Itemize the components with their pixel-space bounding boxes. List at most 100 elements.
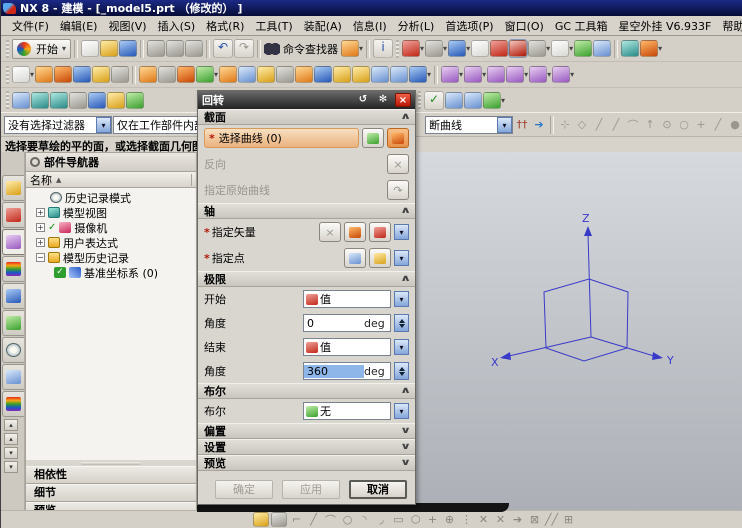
boss-button[interactable]: [92, 66, 111, 83]
chamfer-tool-icon[interactable]: ◞: [374, 513, 389, 526]
stop-at-intersection-icon[interactable]: ††: [514, 118, 530, 131]
sort-ascending-icon[interactable]: ▲: [56, 176, 61, 184]
tree-item-model-views[interactable]: + 模型视图: [26, 205, 196, 220]
toolbar-grip[interactable]: [6, 65, 9, 84]
line-tool-icon[interactable]: ╱: [306, 513, 321, 526]
snap-intersection-icon[interactable]: ⌒: [625, 117, 641, 133]
checkbox-checked-icon[interactable]: ✓: [54, 267, 66, 278]
boolean-combo[interactable]: 无: [303, 402, 391, 420]
expression-list-button[interactable]: [445, 91, 464, 109]
snap-midpoint-icon[interactable]: ╱: [591, 118, 607, 131]
tree-item-model-history[interactable]: − 模型历史记录: [26, 250, 196, 265]
thicken-button[interactable]: [295, 66, 314, 83]
snapshot-button[interactable]: [593, 40, 612, 57]
copy-button[interactable]: [166, 40, 185, 57]
expander-minus-icon[interactable]: −: [36, 253, 45, 262]
dimension-tool-icon[interactable]: ⊠: [527, 513, 542, 526]
vector-reverse-button[interactable]: ×: [319, 222, 341, 242]
split-body-button[interactable]: [390, 66, 409, 83]
revolve-button[interactable]: [54, 66, 73, 83]
section-view-button[interactable]: [490, 40, 509, 57]
section-curve-button[interactable]: [528, 40, 547, 57]
unite-button[interactable]: [314, 66, 333, 83]
window-part-button[interactable]: [341, 40, 360, 57]
menu-starsky-plugin[interactable]: 星空外挂 V6.933F: [614, 16, 717, 36]
follow-fillet-icon[interactable]: ➔: [531, 118, 547, 131]
pattern-feature-button[interactable]: [139, 66, 158, 83]
panel-details[interactable]: 细节: [26, 484, 196, 502]
expander-plus-icon[interactable]: +: [36, 238, 45, 247]
panel-dependencies[interactable]: 相依性: [26, 466, 196, 484]
column-divider[interactable]: [191, 173, 192, 186]
curve-selection-button[interactable]: [387, 128, 409, 148]
constraint-tool-icon[interactable]: ╱╱: [544, 513, 559, 526]
tab-part-navigator[interactable]: [2, 229, 24, 255]
chamfer-button[interactable]: [276, 66, 295, 83]
tab-constraint-navigator[interactable]: [2, 202, 24, 228]
end-angle-field[interactable]: 360 deg: [303, 362, 391, 380]
edge-blend-button[interactable]: [257, 66, 276, 83]
end-angle-value-selected[interactable]: 360: [304, 364, 364, 378]
tree-item-history-mode[interactable]: 历史记录模式: [26, 190, 196, 205]
pattern-curve-icon[interactable]: ⋮: [459, 513, 474, 526]
paste-button[interactable]: [185, 40, 204, 57]
polygon-tool-icon[interactable]: ⬡: [408, 513, 423, 526]
start-angle-value[interactable]: 0: [304, 317, 364, 330]
menu-help[interactable]: 帮助(H): [717, 16, 742, 36]
resource-bar-pin-button[interactable]: ▾: [4, 461, 18, 473]
tab-reuse-library[interactable]: [2, 256, 24, 282]
boolean-section-header[interactable]: 布尔 ∧: [198, 383, 415, 399]
offset-face-button[interactable]: [464, 66, 483, 83]
intersect-button[interactable]: [352, 66, 371, 83]
menu-format[interactable]: 格式(R): [201, 16, 249, 36]
display-mode-button[interactable]: [402, 40, 421, 57]
boolean-dropdown[interactable]: ▾: [394, 403, 409, 419]
clip-button[interactable]: [69, 91, 87, 109]
open-file-button[interactable]: [100, 40, 119, 57]
title-bar[interactable]: NX 8 - 建模 - [_model5.prt （修改的） ]: [1, 0, 742, 16]
select-curve-field[interactable]: * 选择曲线 (0): [204, 128, 359, 148]
fillet-tool-icon[interactable]: ◝: [357, 513, 372, 526]
tab-system-scenes[interactable]: [2, 364, 24, 390]
start-option-combo[interactable]: 值: [303, 290, 391, 308]
menu-insert[interactable]: 插入(S): [153, 16, 201, 36]
axis-section-header[interactable]: 轴 ∧: [198, 203, 415, 219]
resource-bar-scroll-up2-button[interactable]: ▴: [4, 433, 18, 445]
show-hide-button[interactable]: [12, 91, 30, 109]
bounded-plane-button[interactable]: [409, 66, 428, 83]
save-button[interactable]: [119, 40, 138, 57]
end-angle-stepper[interactable]: [394, 362, 409, 380]
pin-icon[interactable]: [30, 157, 40, 167]
sketch-section-button[interactable]: [362, 128, 384, 148]
point-tool-icon[interactable]: +: [425, 513, 440, 526]
undo-button[interactable]: ↶: [213, 39, 234, 58]
clip-section-button-active[interactable]: [508, 39, 529, 58]
snap-grid-icon[interactable]: ⊞: [561, 513, 576, 526]
reverse-direction-button[interactable]: ×: [387, 154, 409, 174]
curve-rule-combo[interactable]: 断曲线 ▾: [425, 115, 513, 134]
cancel-button[interactable]: 取消: [349, 480, 407, 499]
toolbar-grip[interactable]: [6, 39, 9, 58]
new-file-button[interactable]: [81, 40, 100, 57]
snap-point-on-surface-icon[interactable]: ╱: [710, 118, 726, 131]
point-dialog-button[interactable]: [344, 248, 366, 268]
toolbar-grip[interactable]: [418, 91, 422, 109]
move-face-button[interactable]: [506, 66, 525, 83]
circle-tool-icon[interactable]: ○: [340, 513, 355, 526]
apply-button[interactable]: 应用: [282, 480, 340, 499]
tab-history[interactable]: [2, 337, 24, 363]
move-to-layer-button[interactable]: [50, 91, 68, 109]
shell-button[interactable]: [238, 66, 257, 83]
resource-bar-scroll-down-button[interactable]: ▾: [4, 447, 18, 459]
menu-file[interactable]: 文件(F): [7, 16, 54, 36]
settings-section-header[interactable]: 设置 ∨: [198, 439, 415, 455]
subtract-button[interactable]: [333, 66, 352, 83]
tree-item-user-expressions[interactable]: + 用户表达式: [26, 235, 196, 250]
offset-section-header[interactable]: 偏置 ∨: [198, 423, 415, 439]
arc-tool-icon[interactable]: ⌒: [323, 512, 338, 528]
block-button[interactable]: [219, 66, 238, 83]
tree-item-datum-csys[interactable]: ✓ 基准坐标系 (0): [26, 265, 196, 280]
snap-control-point-icon[interactable]: ╱: [608, 118, 624, 131]
toolbar-grip[interactable]: [6, 91, 9, 109]
delete-face-button[interactable]: [529, 66, 548, 83]
